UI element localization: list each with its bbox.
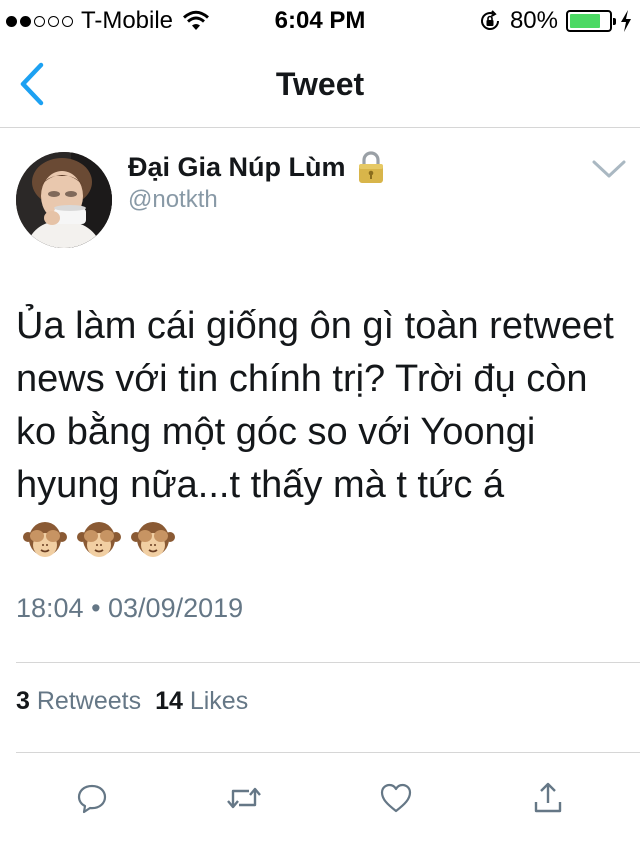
user-name-row: Đại Gia Núp Lùm [128, 150, 386, 184]
user-handle[interactable]: @notkth [128, 186, 218, 214]
tweet-body: Ủa làm cái giống ôn gì toàn retweet news… [16, 305, 614, 506]
retweet-button[interactable] [224, 778, 264, 818]
reply-button[interactable] [72, 778, 112, 818]
likes-stat[interactable]: 14 Likes [155, 687, 248, 716]
tweet-actions [0, 778, 640, 828]
divider [16, 752, 640, 753]
lock-icon [358, 151, 383, 183]
carrier-name: T-Mobile [81, 7, 174, 34]
like-icon [380, 783, 412, 813]
likes-count: 14 [155, 687, 183, 715]
retweets-count: 3 [16, 687, 30, 715]
battery-percent: 80% [509, 7, 558, 34]
like-button[interactable] [376, 778, 416, 818]
status-right: 80% [478, 7, 632, 35]
wifi-icon [183, 10, 210, 30]
divider [16, 662, 640, 663]
page-title: Tweet [275, 66, 365, 102]
tweet-stats: 3 Retweets 14 Likes [16, 687, 248, 716]
tweet-timestamp: 18:04 • 03/09/2019 [16, 593, 244, 623]
status-left: T-Mobile [6, 7, 210, 35]
chevron-down-icon[interactable] [590, 156, 628, 182]
avatar-image [16, 152, 112, 248]
tweet-text: Ủa làm cái giống ôn gì toàn retweet news… [16, 300, 626, 565]
user-name[interactable]: Đại Gia Núp Lùm [128, 152, 346, 183]
charging-bolt-icon [621, 10, 631, 32]
navigation-bar: Tweet [0, 40, 640, 128]
emoji-row [22, 517, 176, 563]
likes-label: Likes [189, 687, 249, 715]
avatar[interactable] [16, 152, 112, 248]
see-no-evil-monkey-icon [77, 521, 121, 557]
retweets-stat[interactable]: 3 Retweets [16, 687, 141, 716]
see-no-evil-monkey-icon [131, 521, 175, 557]
retweet-icon [227, 787, 261, 809]
signal-strength-icon [6, 15, 73, 27]
share-icon [534, 782, 562, 813]
battery-icon [566, 10, 616, 32]
reply-icon [77, 784, 107, 814]
status-bar: T-Mobile 6:04 PM 80% [0, 0, 640, 40]
see-no-evil-monkey-icon [23, 521, 67, 557]
share-button[interactable] [528, 778, 568, 818]
retweets-label: Retweets [36, 687, 142, 715]
rotation-lock-icon [480, 10, 499, 30]
battery-level [570, 14, 601, 28]
